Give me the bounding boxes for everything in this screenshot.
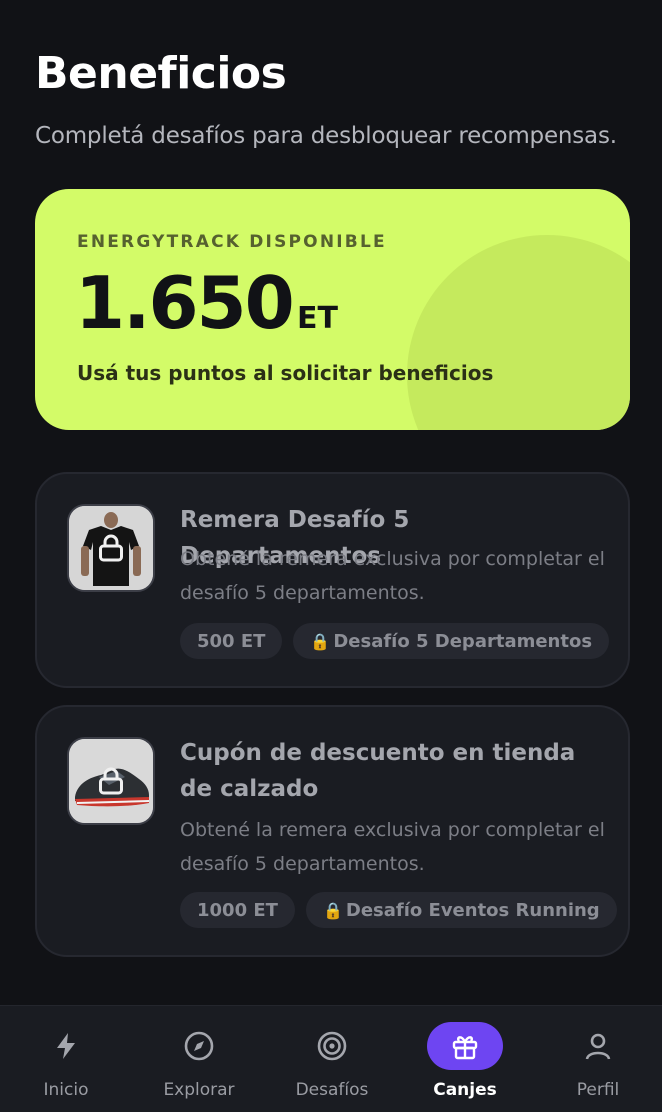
user-icon <box>560 1022 636 1070</box>
cost-chip: 1000 ET <box>180 892 295 928</box>
page-title: Beneficios <box>35 48 287 99</box>
points-unit: ET <box>297 301 338 336</box>
points-label: ENERGYTRACK DISPONIBLE <box>77 232 387 252</box>
tab-perfil[interactable]: Perfil <box>543 1006 653 1112</box>
tab-desafios[interactable]: Desafíos <box>277 1006 387 1112</box>
gift-icon <box>427 1022 503 1070</box>
benefit-chips: 500 ET 🔒 Desafío 5 Departamentos <box>180 623 610 659</box>
points-value: 1.650 <box>75 261 295 345</box>
requirement-chip: 🔒 Desafío 5 Departamentos <box>293 623 610 659</box>
lock-icon: 🔒 <box>322 900 343 920</box>
benefit-description: Obtené la remera exclusiva por completar… <box>180 548 605 604</box>
lock-icon: 🔒 <box>310 631 331 651</box>
tab-explorar[interactable]: Explorar <box>144 1006 254 1112</box>
tab-inicio[interactable]: Inicio <box>11 1006 121 1112</box>
tshirt-icon <box>67 504 155 592</box>
benefits-screen: Beneficios Completá desafíos para desblo… <box>0 0 662 1112</box>
sneaker-icon <box>67 737 155 825</box>
compass-icon <box>161 1022 237 1070</box>
bottom-tab-bar: Inicio Explorar Desafíos Canjes Perfil <box>0 1005 662 1112</box>
tab-label: Canjes <box>433 1080 497 1100</box>
points-note: Usá tus puntos al solicitar beneficios <box>77 361 494 385</box>
tab-canjes[interactable]: Canjes <box>410 1006 520 1112</box>
lock-icon <box>69 506 153 590</box>
tab-label: Inicio <box>43 1080 89 1100</box>
requirement-chip: 🔒 Desafío Eventos Running <box>305 892 617 928</box>
benefit-description: Obtené la remera exclusiva por completar… <box>180 819 605 875</box>
benefit-title: Cupón de descuento en tienda de calzado <box>180 740 576 802</box>
target-icon <box>294 1022 370 1070</box>
benefit-card-shoe-coupon[interactable]: Cupón de descuento en tienda de calzado … <box>35 705 630 957</box>
tab-label: Perfil <box>576 1080 620 1100</box>
requirement-label: Desafío Eventos Running <box>345 899 600 921</box>
benefit-card-tshirt[interactable]: Remera Desafío 5 Departamentos Obtené la… <box>35 472 630 688</box>
lock-icon <box>69 739 153 823</box>
tab-label: Desafíos <box>295 1080 369 1100</box>
decorative-circle <box>407 235 630 430</box>
points-balance-card: ENERGYTRACK DISPONIBLE 1.650 ET Usá tus … <box>35 189 630 430</box>
requirement-label: Desafío 5 Departamentos <box>333 630 593 652</box>
page-subtitle: Completá desafíos para desbloquear recom… <box>35 123 617 149</box>
cost-chip: 500 ET <box>180 623 283 659</box>
lightning-icon <box>28 1022 104 1070</box>
tab-label: Explorar <box>163 1080 235 1100</box>
benefit-chips: 1000 ET 🔒 Desafío Eventos Running <box>180 892 617 928</box>
